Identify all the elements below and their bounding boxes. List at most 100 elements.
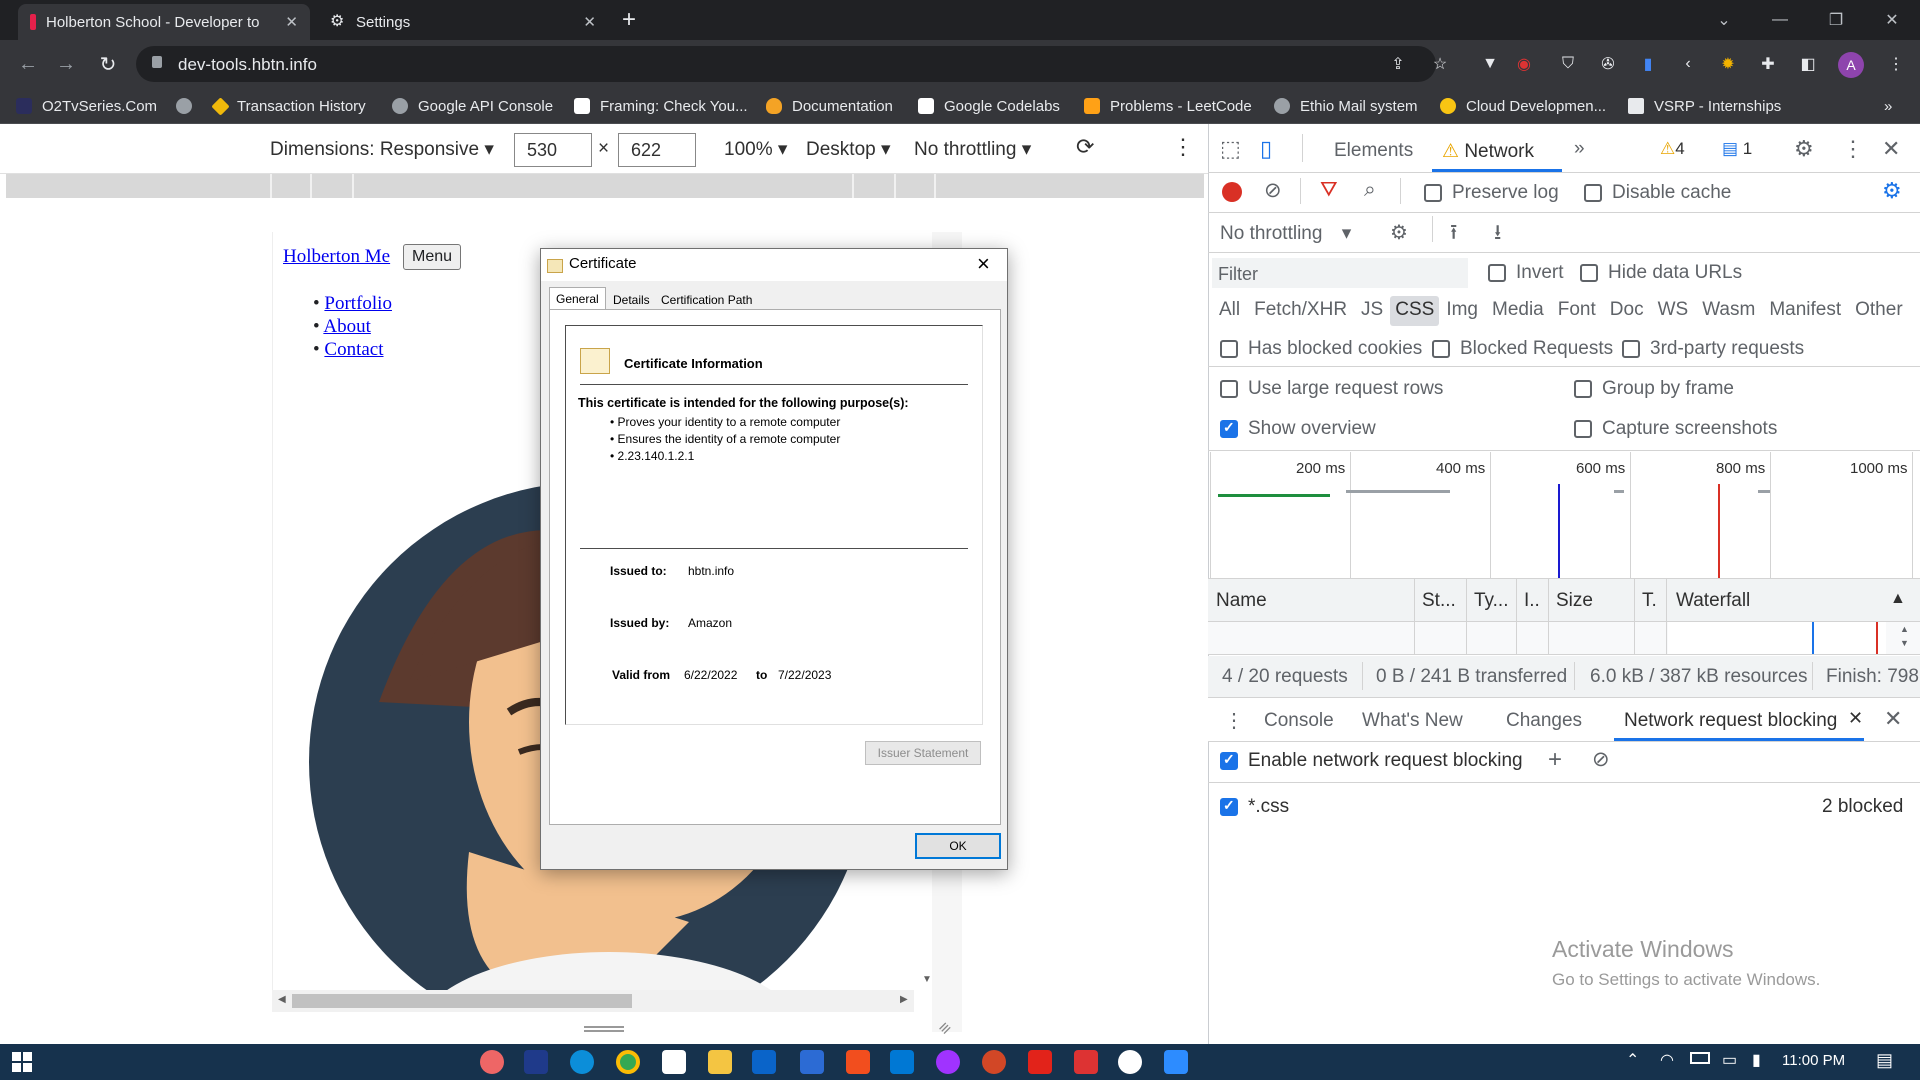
slack-icon[interactable] — [1118, 1050, 1142, 1074]
has-blocked-cookies-checkbox[interactable] — [1220, 340, 1238, 358]
ok-button[interactable]: OK — [915, 833, 1001, 859]
bookmark-framing[interactable]: Framing: Check You... — [574, 94, 748, 118]
issuer-statement-button[interactable]: Issuer Statement — [865, 741, 981, 765]
add-pattern-icon[interactable]: + — [1548, 746, 1562, 774]
display-icon[interactable]: ▭ — [1722, 1050, 1737, 1070]
powerpoint-icon[interactable] — [982, 1050, 1006, 1074]
drawer-tab-changes[interactable]: Changes — [1506, 710, 1582, 732]
url-text[interactable]: dev-tools.hbtn.info — [178, 55, 317, 75]
bookmark-google-codelabs[interactable]: Google Codelabs — [918, 94, 1060, 118]
bookmark-google-api-console[interactable]: Google API Console — [392, 94, 553, 118]
column-initiator[interactable]: I.. — [1524, 590, 1540, 612]
close-devtools-icon[interactable]: ✕ — [1882, 136, 1900, 162]
extension-icon[interactable]: ◉ — [1512, 52, 1536, 76]
tab-elements[interactable]: Elements — [1334, 140, 1413, 162]
column-size[interactable]: Size — [1556, 590, 1593, 612]
filter-wasm[interactable]: Wasm — [1695, 296, 1762, 326]
bookmark-o2tvseries[interactable]: O2TvSeries.Com — [16, 94, 157, 118]
forward-icon[interactable]: → — [52, 50, 80, 78]
dimensions-dropdown[interactable]: Dimensions: Responsive ▾ — [270, 138, 494, 161]
table-scrollbar[interactable]: ▲ ▼ — [1900, 622, 1909, 650]
column-time[interactable]: T. — [1642, 590, 1657, 612]
column-waterfall[interactable]: Waterfall — [1676, 590, 1750, 612]
show-hidden-icons[interactable]: ⌃ — [1626, 1050, 1639, 1070]
messenger-icon[interactable] — [936, 1050, 960, 1074]
resize-handle-vertical[interactable] — [584, 1026, 624, 1032]
bookmark-ethio-mail[interactable]: Ethio Mail system — [1274, 94, 1418, 118]
bookmark-transaction-history[interactable]: Transaction History — [211, 94, 366, 118]
lock-icon[interactable] — [152, 56, 162, 68]
throttling-dropdown[interactable]: No throttling ▾ — [1220, 222, 1351, 245]
filter-all[interactable]: All — [1212, 296, 1247, 326]
network-settings-icon[interactable]: ⚙ — [1882, 178, 1902, 204]
tab-settings[interactable]: ⚙ Settings ✕ — [318, 4, 608, 40]
capture-screenshots-checkbox[interactable] — [1574, 420, 1592, 438]
preserve-log-checkbox[interactable] — [1424, 184, 1442, 202]
column-type[interactable]: Ty... — [1474, 590, 1508, 612]
remove-all-patterns-icon[interactable]: ⊘ — [1592, 747, 1610, 772]
bookmark-cloud-developer[interactable]: Cloud Developmen... — [1440, 94, 1606, 118]
nav-link[interactable]: Holberton Me — [283, 246, 390, 268]
close-drawer-tab-icon[interactable]: ✕ — [1848, 708, 1863, 729]
show-overview-checkbox[interactable] — [1220, 419, 1238, 438]
height-input[interactable]: 622 — [618, 133, 696, 167]
network-conditions-icon[interactable]: ⚙ — [1390, 220, 1408, 245]
invert-checkbox[interactable] — [1488, 264, 1506, 282]
vscode-icon[interactable] — [890, 1050, 914, 1074]
wifi-icon[interactable]: ◠ — [1660, 1050, 1674, 1070]
restore-icon[interactable]: ❐ — [1808, 0, 1864, 40]
zoom-icon[interactable] — [1164, 1050, 1188, 1074]
scroll-left-arrow-icon[interactable]: ◀ — [278, 994, 286, 1005]
filter-other[interactable]: Other — [1848, 296, 1910, 326]
tab-holberton[interactable]: Holberton School - Developer to ✕ — [18, 4, 310, 40]
bookmark-leetcode[interactable]: Problems - LeetCode — [1084, 94, 1252, 118]
throttle-dropdown[interactable]: No throttling ▾ — [914, 138, 1031, 161]
side-panel-icon[interactable]: ◧ — [1796, 52, 1820, 76]
tab-certification-path[interactable]: Certification Path — [655, 289, 758, 311]
app-icon[interactable] — [480, 1050, 504, 1074]
store-icon[interactable] — [662, 1050, 686, 1074]
filter-font[interactable]: Font — [1551, 296, 1603, 326]
disable-cache-checkbox[interactable] — [1584, 184, 1602, 202]
inspect-element-icon[interactable]: ⬚ — [1220, 136, 1241, 162]
close-window-icon[interactable]: ✕ — [1864, 0, 1920, 40]
filter-img[interactable]: Img — [1439, 296, 1485, 326]
large-rows-checkbox[interactable] — [1220, 380, 1238, 398]
bookmark-documentation[interactable]: Documentation — [766, 94, 893, 118]
more-tabs-button[interactable]: » — [1574, 138, 1585, 160]
puzzle-extensions-icon[interactable]: ✚ — [1756, 52, 1780, 76]
filter-input[interactable]: Filter — [1212, 258, 1468, 288]
tab-search-icon[interactable]: ⌄ — [1696, 0, 1752, 40]
column-status[interactable]: St... — [1422, 590, 1456, 612]
chrome-icon[interactable] — [616, 1050, 640, 1074]
edge-icon[interactable] — [570, 1050, 594, 1074]
wps-icon[interactable] — [1028, 1050, 1052, 1074]
scroll-down-arrow-icon[interactable]: ▼ — [922, 974, 932, 985]
filter-icon[interactable]: ⛛ — [1320, 178, 1338, 202]
blocked-requests-checkbox[interactable] — [1432, 340, 1450, 358]
app-icon[interactable] — [800, 1050, 824, 1074]
import-har-icon[interactable]: ⭱ — [1450, 218, 1457, 253]
minimize-icon[interactable]: — — [1752, 0, 1808, 40]
color-picker-extension-icon[interactable]: ✹ — [1716, 52, 1740, 76]
kebab-menu-icon[interactable]: ⋮ — [1172, 134, 1194, 160]
drawer-tab-whats-new[interactable]: What's New — [1362, 710, 1463, 732]
reload-icon[interactable]: ↻ — [94, 50, 122, 78]
close-drawer-icon[interactable]: ✕ — [1884, 706, 1902, 732]
close-tab-icon[interactable]: ✕ — [285, 13, 298, 31]
app-icon[interactable] — [1074, 1050, 1098, 1074]
tab-details[interactable]: Details — [607, 289, 656, 311]
filter-js[interactable]: JS — [1354, 296, 1390, 326]
microphone-icon[interactable]: ▮ — [1752, 1050, 1761, 1070]
third-party-checkbox[interactable] — [1622, 340, 1640, 358]
filter-manifest[interactable]: Manifest — [1762, 296, 1848, 326]
close-tab-icon[interactable]: ✕ — [583, 13, 596, 31]
drawer-tab-request-blocking[interactable]: Network request blocking — [1624, 710, 1837, 732]
close-dialog-icon[interactable]: × — [977, 251, 990, 277]
back-icon[interactable]: ← — [14, 50, 42, 78]
extension-icon[interactable]: ‹ — [1676, 52, 1700, 76]
tab-network[interactable]: ⚠ Network — [1442, 140, 1534, 163]
bookmark-star-icon[interactable]: ☆ — [1428, 52, 1452, 76]
warnings-badge[interactable]: ⚠4 — [1660, 139, 1685, 159]
notifications-icon[interactable]: ▤ — [1876, 1050, 1893, 1071]
